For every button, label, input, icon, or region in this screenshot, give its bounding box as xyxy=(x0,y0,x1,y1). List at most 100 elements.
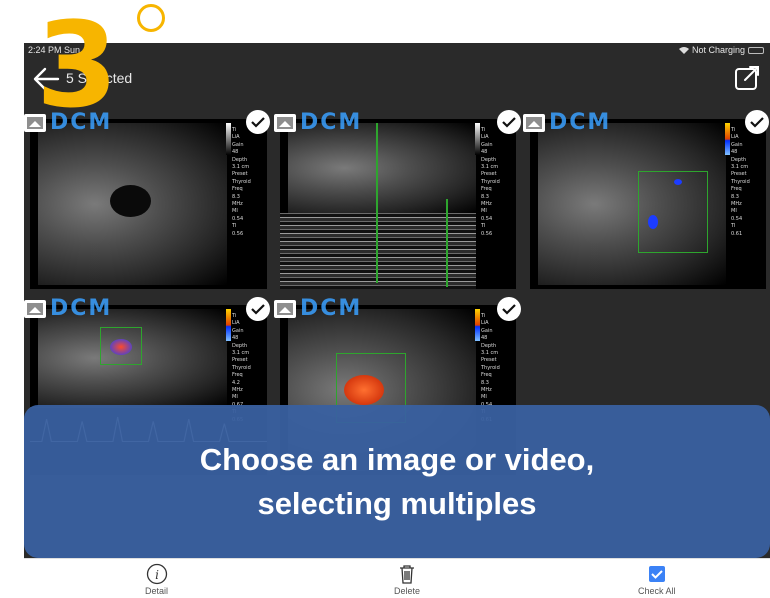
dcm-watermark-2: DCM xyxy=(274,112,362,134)
scan-parameter: Thyroid xyxy=(232,364,251,371)
dcm-watermark-text: DCM xyxy=(50,296,113,321)
scan-parameter: LiA xyxy=(232,320,240,327)
scan-parameter: 48 xyxy=(731,149,738,156)
scan-parameter: Thyroid xyxy=(232,178,251,185)
dcm-watermark-5: DCM xyxy=(274,298,362,320)
selected-checkmark-3[interactable] xyxy=(745,110,769,134)
checkmark-icon xyxy=(251,304,265,315)
scan-parameter: Depth xyxy=(481,156,497,163)
image-type-icon xyxy=(523,114,545,132)
checkmark-icon xyxy=(502,304,516,315)
scan-parameters: Ti LiA Gain 48 Depth 3.1 cm Preset Thyroid Freq 8… xyxy=(481,127,513,238)
doppler-signal xyxy=(344,375,384,405)
navigation-bar: 5 Selected xyxy=(24,59,770,99)
scan-parameter: 8.3 xyxy=(481,193,489,200)
share-icon[interactable] xyxy=(734,65,760,91)
scan-parameter: Thyroid xyxy=(481,178,500,185)
scan-parameter: MI xyxy=(481,208,487,215)
doppler-signal xyxy=(648,215,658,229)
thumbnail-3[interactable]: Ti LiA Gain 48 Depth 3.1 cm Preset Thyroid Freq 8… xyxy=(530,119,766,289)
scan-parameter: 4.2 xyxy=(232,379,240,386)
scan-parameter: 0.54 xyxy=(731,215,743,222)
scan-parameter: 3.1 cm xyxy=(232,164,250,171)
scan-parameter: Preset xyxy=(232,357,248,364)
instruction-caption: Choose an image or video, selecting mult… xyxy=(24,405,770,558)
ultrasound-scan xyxy=(38,123,227,285)
scan-parameter: Depth xyxy=(731,156,747,163)
thumbnail-1[interactable]: Ti LiA Gain 48 Depth 3.1 cm Preset Thyroid Freq 8… xyxy=(30,119,267,289)
scan-parameter: Gain xyxy=(731,141,743,148)
delete-label: Delete xyxy=(394,586,421,596)
scan-parameter: LiA xyxy=(731,134,739,141)
scan-parameter: Preset xyxy=(481,171,497,178)
scan-parameter: MHz xyxy=(232,387,243,394)
scan-parameters: Ti LiA Gain 48 Depth 3.1 cm Preset Thyroid Freq 8… xyxy=(731,127,763,238)
scan-parameter: 8.3 xyxy=(481,379,489,386)
checkmark-icon xyxy=(251,117,265,128)
scan-parameter: Preset xyxy=(731,171,747,178)
doppler-signal xyxy=(110,339,132,355)
color-scale-bar xyxy=(725,123,730,155)
image-type-icon xyxy=(274,300,296,318)
dcm-watermark-4: DCM xyxy=(24,298,112,320)
scan-parameter: Preset xyxy=(481,357,497,364)
scan-parameter: MHz xyxy=(481,201,492,208)
selected-checkmark-2[interactable] xyxy=(497,110,521,134)
dcm-watermark-text: DCM xyxy=(300,296,363,321)
scan-parameter: 3.1 cm xyxy=(481,164,499,171)
scan-parameter: MI xyxy=(481,394,487,401)
step-degree-mark xyxy=(137,4,165,32)
caption-line-2: selecting multiples xyxy=(257,485,537,521)
caption-line-1: Choose an image or video, xyxy=(199,441,595,477)
scan-parameter: LiA xyxy=(481,320,489,327)
color-roi-box xyxy=(638,171,708,253)
scan-parameter: TI xyxy=(232,223,237,230)
selected-checkmark-5[interactable] xyxy=(497,297,521,321)
scan-parameter: Thyroid xyxy=(481,364,500,371)
scan-parameter: MI xyxy=(232,394,238,401)
battery-icon xyxy=(748,46,764,54)
check-all-label: Check All xyxy=(638,586,676,596)
thumbnail-2[interactable]: Ti LiA Gain 48 Depth 3.1 cm Preset Thyroid Freq 8… xyxy=(280,119,516,289)
scan-parameter: 48 xyxy=(481,149,488,156)
scan-parameter: 8.3 xyxy=(731,193,739,200)
scan-parameter: MHz xyxy=(481,387,492,394)
scan-parameter: 48 xyxy=(481,335,488,342)
scan-parameter: 0.56 xyxy=(481,230,493,237)
selected-checkmark-4[interactable] xyxy=(246,297,270,321)
check-all-button[interactable]: Check All xyxy=(638,563,676,596)
scan-parameter: Depth xyxy=(232,156,248,163)
detail-label: Detail xyxy=(145,586,169,596)
checkmark-icon xyxy=(750,117,764,128)
scan-parameter: 0.54 xyxy=(232,215,244,222)
charging-status: Not Charging xyxy=(691,45,745,55)
info-icon: i xyxy=(146,563,167,585)
scan-parameter: Freq xyxy=(481,186,492,193)
scan-parameter: LiA xyxy=(481,134,489,141)
detail-button[interactable]: i Detail xyxy=(145,563,168,596)
dcm-watermark-text: DCM xyxy=(549,110,612,135)
scan-parameter: Gain xyxy=(232,327,244,334)
image-type-icon xyxy=(274,114,296,132)
dcm-watermark-text: DCM xyxy=(300,110,363,135)
scan-parameter: Gain xyxy=(481,327,493,334)
scan-parameter: Freq xyxy=(232,186,243,193)
scan-parameter: 48 xyxy=(232,149,239,156)
color-scale-bar xyxy=(226,309,231,341)
delete-button[interactable]: Delete xyxy=(394,563,420,596)
scan-parameter: Freq xyxy=(232,372,243,379)
svg-text:i: i xyxy=(155,568,159,582)
scan-parameter: 8.3 xyxy=(232,193,240,200)
m-mode-cursor-line xyxy=(376,123,378,283)
scan-parameter: 0.61 xyxy=(731,230,743,237)
scan-parameter: LiA xyxy=(232,134,240,141)
scan-parameter: MHz xyxy=(232,201,243,208)
status-right: Not Charging xyxy=(678,43,764,57)
selected-checkmark-1[interactable] xyxy=(246,110,270,134)
scan-parameter: 3.1 cm xyxy=(731,164,749,171)
scan-parameter: 3.1 cm xyxy=(481,350,499,357)
scan-parameter: Gain xyxy=(232,141,244,148)
wifi-icon xyxy=(678,47,689,54)
grayscale-bar xyxy=(475,123,480,155)
bottom-toolbar: i Detail Delete Check All xyxy=(24,558,770,598)
